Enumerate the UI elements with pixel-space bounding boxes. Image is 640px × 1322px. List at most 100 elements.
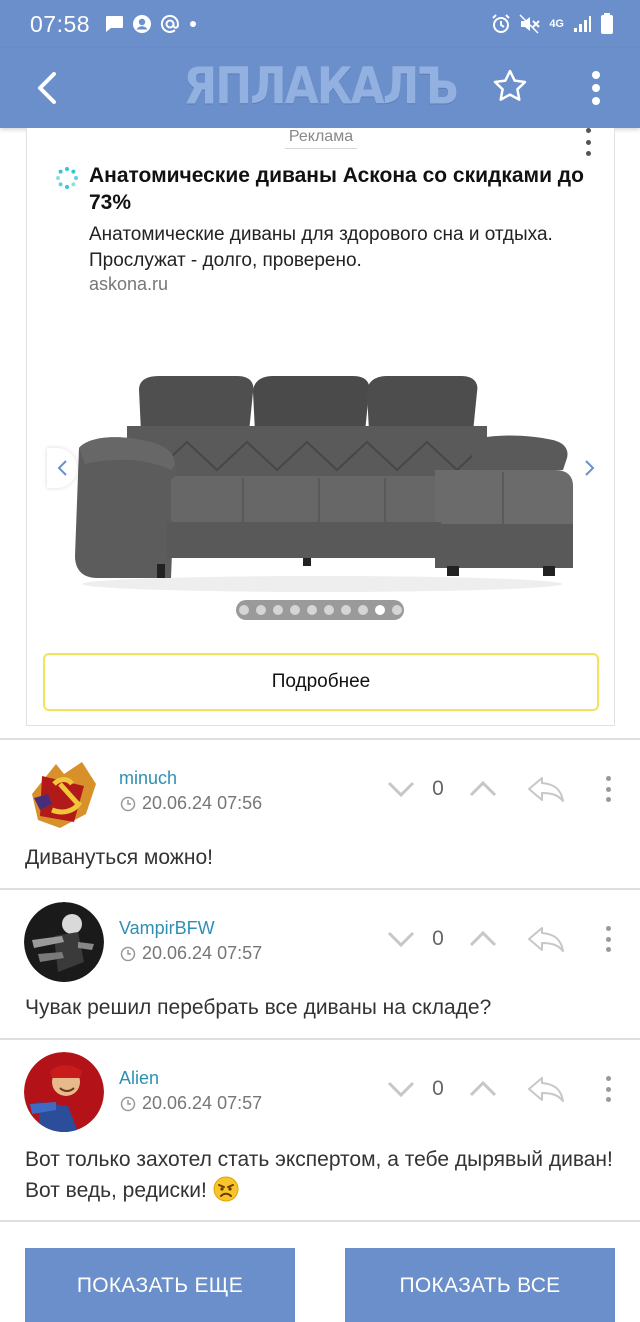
more-dot bbox=[605, 776, 611, 781]
carousel-dot[interactable] bbox=[391, 605, 402, 615]
ad-details-button[interactable]: Подробнее bbox=[43, 653, 599, 711]
angry-face-icon bbox=[213, 1176, 239, 1202]
comment-username[interactable]: Alien bbox=[119, 1068, 159, 1089]
battery-icon bbox=[600, 13, 614, 35]
upvote-button[interactable] bbox=[466, 922, 500, 956]
comment-date-text: 20.06.24 07:57 bbox=[142, 1093, 263, 1113]
carousel-dot[interactable] bbox=[272, 605, 283, 615]
comment-text-body: Вот только захотел стать экспертом, а те… bbox=[25, 1148, 613, 1202]
ad-options-dot bbox=[585, 139, 591, 145]
more-dot bbox=[605, 786, 611, 792]
arrow-left-icon bbox=[38, 72, 56, 104]
carousel-next-button[interactable] bbox=[575, 448, 605, 488]
ad-card[interactable]: Реклама Анатомические диваны Аскона со с… bbox=[26, 128, 615, 726]
ad-carousel[interactable] bbox=[47, 352, 595, 624]
reply-button[interactable] bbox=[524, 772, 568, 806]
comment-date: 20.06.24 07:57 bbox=[120, 1093, 262, 1114]
alarm-icon bbox=[491, 14, 511, 34]
chevron-down-icon bbox=[387, 781, 415, 798]
avatar[interactable] bbox=[24, 902, 104, 982]
downvote-button[interactable] bbox=[384, 772, 418, 806]
reply-icon bbox=[528, 1077, 564, 1102]
chevron-down-icon bbox=[387, 1081, 415, 1098]
signal-icon bbox=[572, 14, 592, 34]
network-label: 4G bbox=[549, 18, 564, 30]
comment: minuch 20.06.24 07:56 0 Дивануться можно… bbox=[0, 740, 640, 888]
more-dot bbox=[605, 797, 611, 802]
comment-more-button[interactable] bbox=[598, 1072, 618, 1106]
message-icon bbox=[104, 15, 124, 33]
chevron-up-icon bbox=[469, 930, 497, 947]
reply-button[interactable] bbox=[524, 922, 568, 956]
more-dot bbox=[605, 1076, 611, 1081]
comment-date-text: 20.06.24 07:56 bbox=[142, 793, 263, 813]
carousel-dot[interactable] bbox=[255, 605, 266, 615]
carousel-dot[interactable] bbox=[340, 605, 351, 615]
reply-button[interactable] bbox=[524, 1072, 568, 1106]
more-dot bbox=[605, 936, 611, 942]
avatar[interactable] bbox=[24, 754, 104, 834]
comment-more-button[interactable] bbox=[598, 922, 618, 956]
avatar[interactable] bbox=[24, 1052, 104, 1132]
reply-icon bbox=[528, 927, 564, 952]
star-icon bbox=[493, 69, 527, 101]
comment-username[interactable]: minuch bbox=[119, 768, 177, 789]
carousel-dot[interactable] bbox=[238, 605, 249, 615]
at-icon bbox=[160, 14, 180, 34]
site-logo[interactable]: ЯПЛАКАЛЪ bbox=[172, 54, 468, 118]
app-header: ЯПЛАКАЛЪ bbox=[0, 48, 640, 128]
carousel-dot[interactable] bbox=[289, 605, 300, 615]
chevron-left-icon bbox=[57, 460, 67, 476]
advertiser-logo-icon bbox=[56, 167, 78, 189]
vote-count: 0 bbox=[432, 927, 444, 950]
account-icon bbox=[132, 14, 152, 34]
upvote-button[interactable] bbox=[466, 772, 500, 806]
carousel-dot[interactable] bbox=[306, 605, 317, 615]
comment-text: Дивануться можно! bbox=[25, 846, 213, 869]
clock-icon bbox=[120, 946, 136, 961]
downvote-button[interactable] bbox=[384, 922, 418, 956]
status-left: 07:58 bbox=[30, 11, 198, 38]
vote-count: 0 bbox=[432, 777, 444, 800]
comment-date: 20.06.24 07:57 bbox=[120, 943, 262, 964]
ad-domain[interactable]: askona.ru bbox=[89, 274, 168, 295]
comment: Alien 20.06.24 07:57 0 Вот только захоте… bbox=[0, 1040, 640, 1220]
show-more-button[interactable]: ПОКАЗАТЬ ЕЩЕ bbox=[25, 1248, 295, 1322]
more-dot bbox=[605, 1097, 611, 1102]
more-dot bbox=[605, 1086, 611, 1092]
favorite-button[interactable] bbox=[486, 62, 534, 110]
carousel-dot-active[interactable] bbox=[374, 605, 385, 615]
chevron-up-icon bbox=[469, 1080, 497, 1097]
upvote-button[interactable] bbox=[466, 1072, 500, 1106]
more-menu-button[interactable] bbox=[576, 62, 616, 114]
carousel-dot[interactable] bbox=[323, 605, 334, 615]
status-bar: 07:58 4G bbox=[0, 0, 640, 48]
comment-username[interactable]: VampirBFW bbox=[119, 918, 215, 939]
reply-icon bbox=[528, 777, 564, 802]
chevron-down-icon bbox=[387, 931, 415, 948]
more-dot bbox=[605, 947, 611, 952]
clock-icon bbox=[120, 796, 136, 811]
chevron-up-icon bbox=[469, 780, 497, 797]
ad-description: Анатомические диваны для здорового сна и… bbox=[89, 224, 553, 271]
carousel-dot[interactable] bbox=[357, 605, 368, 615]
ad-options-dot bbox=[585, 128, 591, 133]
ad-title[interactable]: Анатомические диваны Аскона со скидками … bbox=[89, 162, 599, 216]
dot-icon bbox=[188, 19, 198, 29]
ad-label: Реклама bbox=[285, 128, 357, 149]
mute-icon bbox=[519, 14, 541, 34]
comment: VampirBFW 20.06.24 07:57 0 Чувак решил п… bbox=[0, 890, 640, 1038]
sofa-image bbox=[75, 376, 573, 592]
carousel-indicator bbox=[236, 600, 404, 620]
ad-options-dot bbox=[585, 151, 591, 156]
divider bbox=[0, 1220, 640, 1222]
back-button[interactable] bbox=[22, 64, 70, 112]
status-time: 07:58 bbox=[30, 10, 91, 37]
ad-options-button[interactable] bbox=[577, 128, 599, 156]
comment-more-button[interactable] bbox=[598, 772, 618, 806]
comment-text: Вот только захотел стать экспертом, а те… bbox=[25, 1144, 625, 1206]
downvote-button[interactable] bbox=[384, 1072, 418, 1106]
more-dot bbox=[605, 926, 611, 931]
show-all-button[interactable]: ПОКАЗАТЬ ВСЕ bbox=[345, 1248, 615, 1322]
status-right: 4G bbox=[491, 13, 614, 35]
